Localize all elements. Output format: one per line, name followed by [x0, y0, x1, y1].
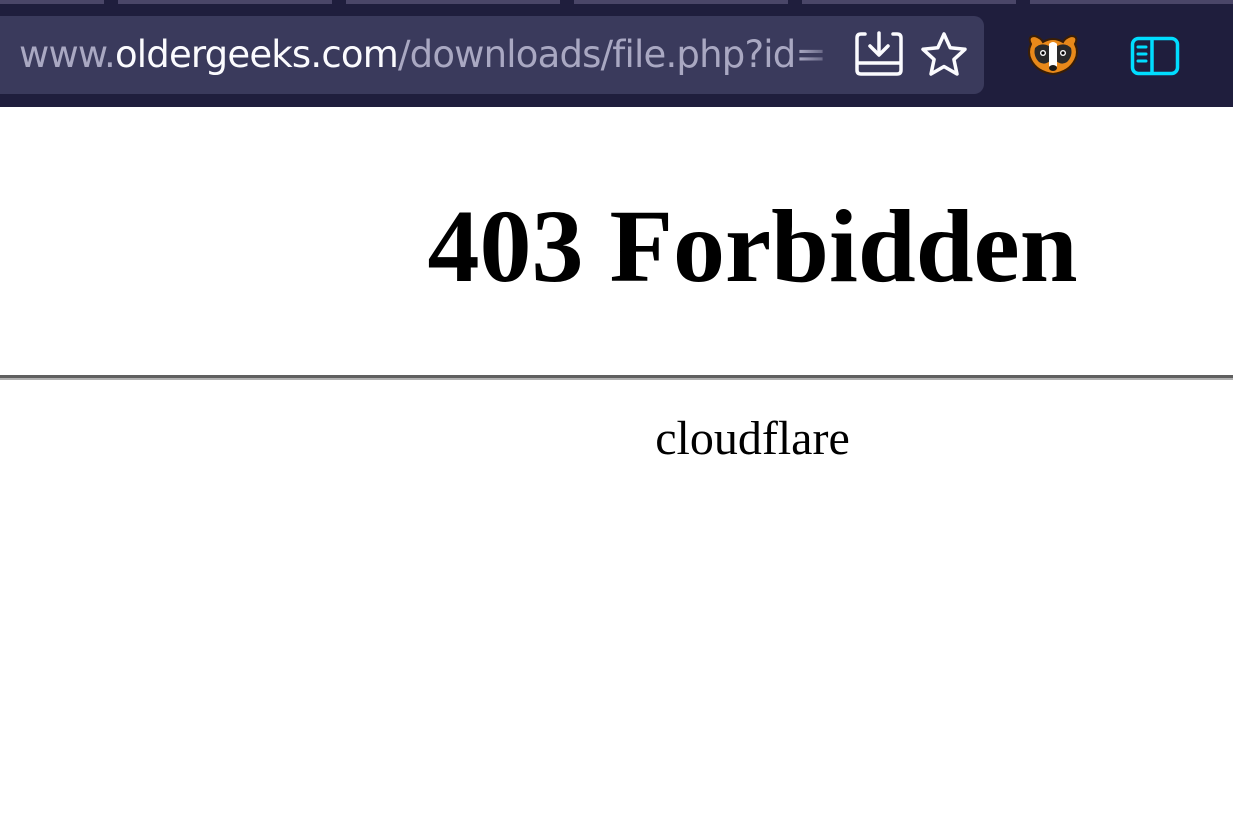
url-prefix: www.: [19, 33, 116, 76]
sidebar-toggle-icon[interactable]: [1130, 36, 1180, 76]
tab[interactable]: [118, 0, 332, 4]
url-text[interactable]: www.oldergeeks.com/downloads/file.php?id…: [19, 33, 841, 77]
error-heading: 403 Forbidden: [427, 189, 1078, 304]
tab[interactable]: [574, 0, 788, 4]
star-icon[interactable]: [918, 30, 970, 82]
download-tray-icon[interactable]: [852, 29, 906, 81]
tab[interactable]: [802, 0, 1016, 4]
page-content: 403 Forbidden cloudflare: [0, 107, 1233, 819]
tab[interactable]: [0, 0, 104, 4]
privacy-badger-icon[interactable]: [1025, 30, 1081, 78]
url-host: oldergeeks.com: [114, 33, 399, 76]
tab[interactable]: [346, 0, 560, 4]
server-name: cloudflare: [655, 412, 850, 465]
address-bar[interactable]: www.oldergeeks.com/downloads/file.php?id…: [0, 16, 984, 94]
tab-strip: [0, 0, 1233, 4]
tab[interactable]: [1030, 0, 1233, 4]
horizontal-rule: [0, 375, 1233, 380]
browser-toolbar: www.oldergeeks.com/downloads/file.php?id…: [0, 0, 1233, 107]
url-path: /downloads/file.php?id=: [397, 33, 826, 76]
